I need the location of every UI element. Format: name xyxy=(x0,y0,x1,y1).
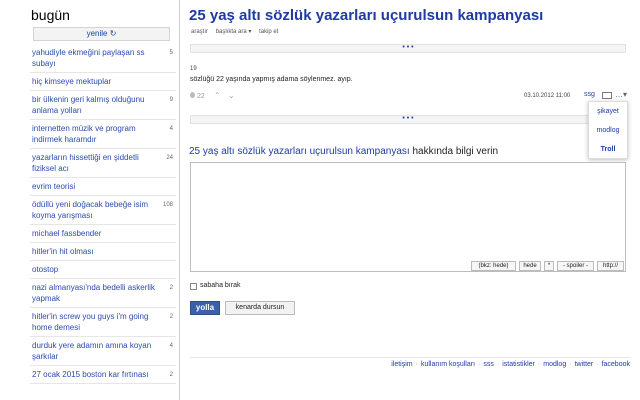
topic-list-item-label: ödüllü yeni doğacak bebeğe isim koyma ya… xyxy=(32,200,149,220)
spoiler-button[interactable]: - spoiler - xyxy=(557,261,594,271)
topic-list-item-label: hitler'in screw you guys i'm going home … xyxy=(32,312,149,332)
send-button[interactable]: yolla xyxy=(190,301,220,315)
sidebar: bugün yenile ↻ yahudiyle ekmeğini paylaş… xyxy=(0,0,180,400)
topic-list-item[interactable]: evrim teorisi xyxy=(30,178,176,196)
entry-options-menu: şikayet modlog Troll xyxy=(588,101,628,159)
footer-separator: · xyxy=(496,361,500,368)
menu-item-report[interactable]: şikayet xyxy=(589,102,627,121)
topic-entry-count: 2 xyxy=(169,314,173,320)
topic-list-item-label: nazi almanyası'nda bedelli askerlik yapm… xyxy=(32,283,155,303)
search-in-topic-dropdown[interactable]: başlıkta ara ▾ xyxy=(216,29,252,35)
search-link[interactable]: araştır xyxy=(191,29,208,35)
topic-list-item-label: hiç kimseye mektuplar xyxy=(32,77,112,86)
footer-separator: · xyxy=(596,361,599,368)
footer-link[interactable]: modlog xyxy=(543,361,566,368)
topic-list-item-label: michael fassbender xyxy=(32,229,102,238)
sidebar-title: bugün xyxy=(31,7,70,23)
topic-list: yahudiyle ekmeğini paylaşan ss subayı 5 hi… xyxy=(30,44,176,384)
reply-heading: 25 yaş altı sözlük yazarları uçurulsun k… xyxy=(189,146,498,157)
topic-list-item[interactable]: yazarların hissettiği en şiddetli fiziks… xyxy=(30,149,176,178)
save-draft-label: sabaha bırak xyxy=(200,282,241,289)
menu-item-troll[interactable]: Troll xyxy=(589,140,627,159)
topic-list-item[interactable]: internetten müzik ve program indirmek ha… xyxy=(30,120,176,149)
topic-list-item-label: bir ülkenin geri kalmış olduğunu anlama … xyxy=(32,95,145,115)
show-next-entries[interactable]: • • • xyxy=(190,115,626,124)
footer-divider xyxy=(190,357,630,358)
message-icon[interactable] xyxy=(602,92,612,99)
topic-list-item[interactable]: durduk yere adamın amına koyan şarkılar 4 xyxy=(30,337,176,366)
topic-list-item-label: 27 ocak 2015 boston kar fırtınası xyxy=(32,370,149,379)
footer-link[interactable]: sss xyxy=(483,361,494,368)
topic-entry-count: 9 xyxy=(169,97,173,103)
menu-item-modlog[interactable]: modlog xyxy=(589,121,627,140)
asterisk-button[interactable]: * xyxy=(544,261,554,271)
topic-list-item[interactable]: hitler'in screw you guys i'm going home … xyxy=(30,308,176,337)
show-previous-entries[interactable]: • • • xyxy=(190,44,626,53)
link-button[interactable]: http:// xyxy=(597,261,624,271)
page: bugün yenile ↻ yahudiyle ekmeğini paylaş… xyxy=(0,0,640,400)
topic-list-item[interactable]: ödüllü yeni doğacak bebeğe isim koyma ya… xyxy=(30,196,176,225)
topic-list-item-label: otostop xyxy=(32,265,59,274)
topic-list-item-label: evrim teorisi xyxy=(32,182,76,191)
topic-entry-count: 4 xyxy=(169,343,173,349)
topic-entry-count: 4 xyxy=(169,126,173,132)
entry-editor[interactable] xyxy=(190,162,626,272)
topic-entry-count: 108 xyxy=(162,202,173,208)
save-draft-checkbox[interactable] xyxy=(190,283,197,290)
footer-separator: · xyxy=(537,361,541,368)
topic-list-item-label: yahudiyle ekmeğini paylaşan ss subayı xyxy=(32,48,145,68)
reply-topic-link[interactable]: 25 yaş altı sözlük yazarları uçurulsun k… xyxy=(189,146,410,157)
topic-entry-count: 24 xyxy=(166,155,173,161)
topic-list-item[interactable]: hitler'in hit olması xyxy=(30,243,176,261)
topic-list-item[interactable]: yahudiyle ekmeğini paylaşan ss subayı 5 xyxy=(30,44,176,73)
drop-icon xyxy=(190,92,195,98)
footer-link[interactable]: facebook xyxy=(602,361,630,368)
save-aside-button[interactable]: kenarda dursun xyxy=(225,301,295,315)
main-content: 25 yaş altı sözlük yazarları uçurulsun k… xyxy=(188,0,636,400)
upvote-icon[interactable]: ⌃ xyxy=(214,91,221,100)
topic-list-item-label: yazarların hissettiği en şiddetli fiziks… xyxy=(32,153,139,173)
topic-list-item-label: durduk yere adamın amına koyan şarkılar xyxy=(32,341,152,361)
refresh-button[interactable]: yenile ↻ xyxy=(33,27,170,41)
footer-separator: · xyxy=(415,361,418,368)
topic-entry-count: 5 xyxy=(169,50,173,56)
footer-separator: · xyxy=(569,361,572,368)
topic-list-item[interactable]: hiç kimseye mektuplar xyxy=(30,73,176,91)
entry-date[interactable]: 03.10.2012 11:00 xyxy=(524,93,570,99)
hede-button[interactable]: hede xyxy=(519,261,541,271)
footer-link[interactable]: iletişim xyxy=(391,361,412,368)
entry-text: sözlüğü 22 yaşında yapmış adama söylenme… xyxy=(190,76,353,83)
favorite-count[interactable]: 22 xyxy=(190,92,205,100)
topic-list-item-label: hitler'in hit olması xyxy=(32,247,94,256)
more-options-icon[interactable]: …▾ xyxy=(615,90,627,99)
footer-separator: · xyxy=(478,361,481,368)
topic-list-item[interactable]: michael fassbender xyxy=(30,225,176,243)
downvote-icon[interactable]: ⌄ xyxy=(228,91,235,100)
topic-list-item-label: internetten müzik ve program indirmek ha… xyxy=(32,124,136,144)
topic-entry-count: 2 xyxy=(169,285,173,291)
favorite-count-value: 22 xyxy=(197,93,205,100)
footer-link[interactable]: kullanım koşulları xyxy=(421,361,475,368)
follow-link[interactable]: takip et xyxy=(259,29,278,35)
bkz-button[interactable]: (bkz: hede) xyxy=(471,261,516,271)
footer-link[interactable]: istatistikler xyxy=(502,361,535,368)
topic-title[interactable]: 25 yaş altı sözlük yazarları uçurulsun k… xyxy=(189,7,543,24)
entry-number: 19 xyxy=(190,66,197,72)
topic-tools: araştır başlıkta ara ▾ takip et xyxy=(191,28,284,35)
topic-list-item[interactable]: 27 ocak 2015 boston kar fırtınası 2 xyxy=(30,366,176,384)
footer-link[interactable]: twitter xyxy=(575,361,594,368)
entry-author[interactable]: ssg xyxy=(584,91,595,98)
topic-list-item[interactable]: bir ülkenin geri kalmış olduğunu anlama … xyxy=(30,91,176,120)
footer-links: iletişim · kullanım koşulları · sss · istatist… xyxy=(391,361,630,368)
reply-heading-suffix: hakkında bilgi verin xyxy=(409,146,499,157)
topic-list-item[interactable]: otostop xyxy=(30,261,176,279)
topic-list-item[interactable]: nazi almanyası'nda bedelli askerlik yapm… xyxy=(30,279,176,308)
topic-entry-count: 2 xyxy=(169,372,173,378)
